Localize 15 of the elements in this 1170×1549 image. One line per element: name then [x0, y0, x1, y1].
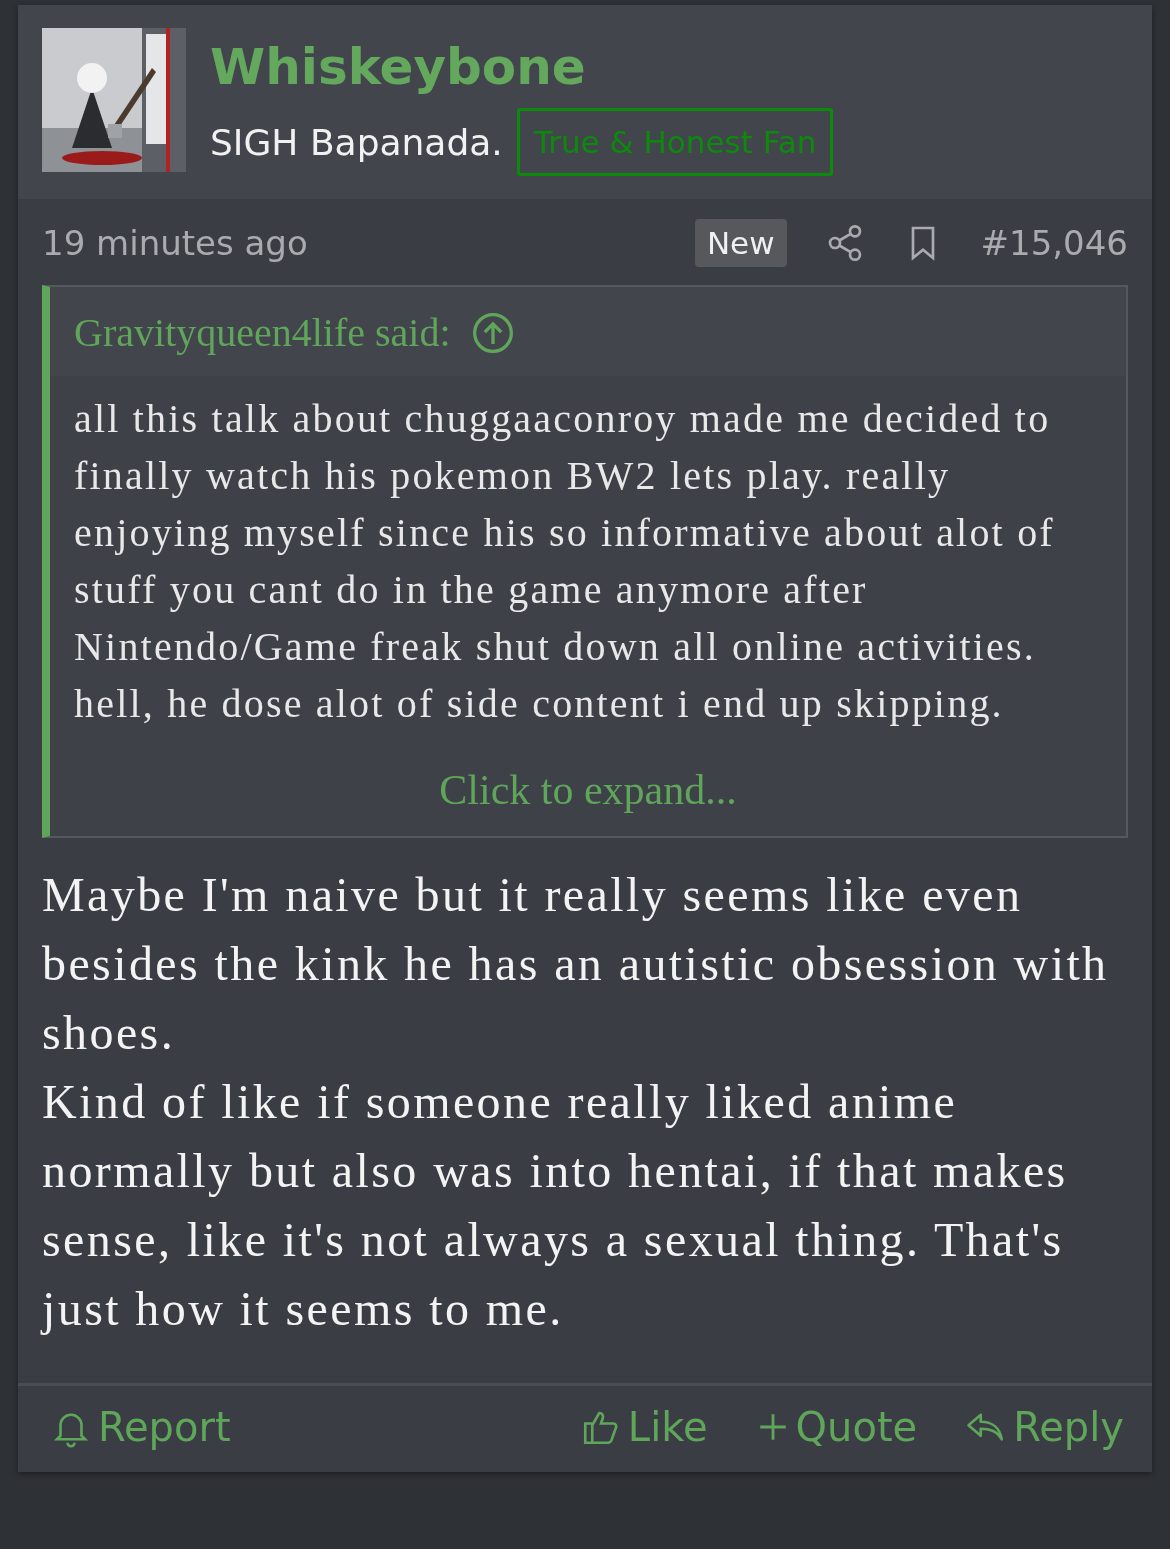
expand-link[interactable]: Click to expand... — [439, 766, 737, 814]
post-text: Maybe I'm naive but it really seems like even besides the kink he has an autistic obsession with shoes. — [42, 867, 1110, 1061]
reply-link[interactable]: Reply — [965, 1404, 1124, 1450]
quote-attribution[interactable]: Gravityqueen4life said: — [74, 309, 451, 356]
user-title: SIGH Bapanada. — [210, 121, 503, 163]
report-link[interactable]: Report — [50, 1404, 231, 1450]
user-banner: True & Honest Fan — [516, 108, 834, 176]
new-label: New — [694, 219, 787, 267]
quote-text: all this talk about chuggaaconroy made me decided to finally watch his pokemon BW2 lets play. really enjoying myself since his so informative about alot of stuff you cant do in the game anymore after Nintendo/Game freak shut down all online activities. hell, he dose alot of side content i end up skipping. — [74, 395, 1056, 728]
post-number[interactable]: #15,046 — [980, 223, 1128, 263]
quote-link[interactable]: Quote — [755, 1404, 918, 1450]
like-link[interactable]: Like — [579, 1404, 708, 1450]
username[interactable]: Whiskeybone — [210, 36, 834, 98]
post-text: Kind of like if someone really liked anime normally but also was into hentai, if that makes sense, like it's not always a sexual thing. That's just how it seems to me. — [42, 1074, 1069, 1337]
post-time[interactable]: 19 minutes ago — [42, 223, 308, 263]
